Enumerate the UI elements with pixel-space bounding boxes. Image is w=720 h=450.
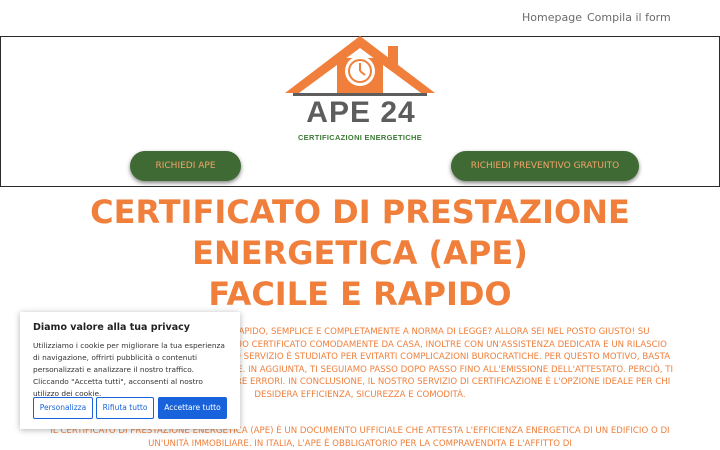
page-title: CERTIFICATO DI PRESTAZIONE ENERGETICA (A… bbox=[40, 192, 680, 315]
title-line-2: ENERGETICA (APE) bbox=[192, 234, 528, 272]
request-ape-button[interactable]: RICHIEDI APE bbox=[130, 151, 241, 181]
nav-link-homepage[interactable]: Homepage bbox=[522, 11, 582, 24]
nav-link-form[interactable]: Compila il form bbox=[587, 11, 671, 24]
cookie-title: Diamo valore alla tua privacy bbox=[33, 322, 190, 333]
title-line-1: CERTIFICATO DI PRESTAZIONE bbox=[90, 193, 630, 231]
request-quote-button[interactable]: RICHIEDI PREVENTIVO GRATUITO bbox=[451, 151, 639, 181]
logo-subtitle: CERTIFICAZIONI ENERGETICHE bbox=[297, 133, 423, 142]
cookie-reject-button[interactable]: Rifiuta tutto bbox=[96, 397, 154, 419]
logo-title: APE 24 bbox=[306, 96, 416, 129]
cookie-customize-button[interactable]: Personalizza bbox=[33, 397, 93, 419]
title-line-3: FACILE E RAPIDO bbox=[208, 275, 512, 313]
cookie-accept-button[interactable]: Accettare tutto bbox=[158, 397, 227, 419]
cookie-consent-banner: Diamo valore alla tua privacy Utilizziam… bbox=[20, 312, 240, 429]
cookie-text: Utilizziamo i cookie per migliorare la t… bbox=[33, 341, 225, 398]
top-navigation: Homepage Compila il form bbox=[0, 0, 720, 36]
